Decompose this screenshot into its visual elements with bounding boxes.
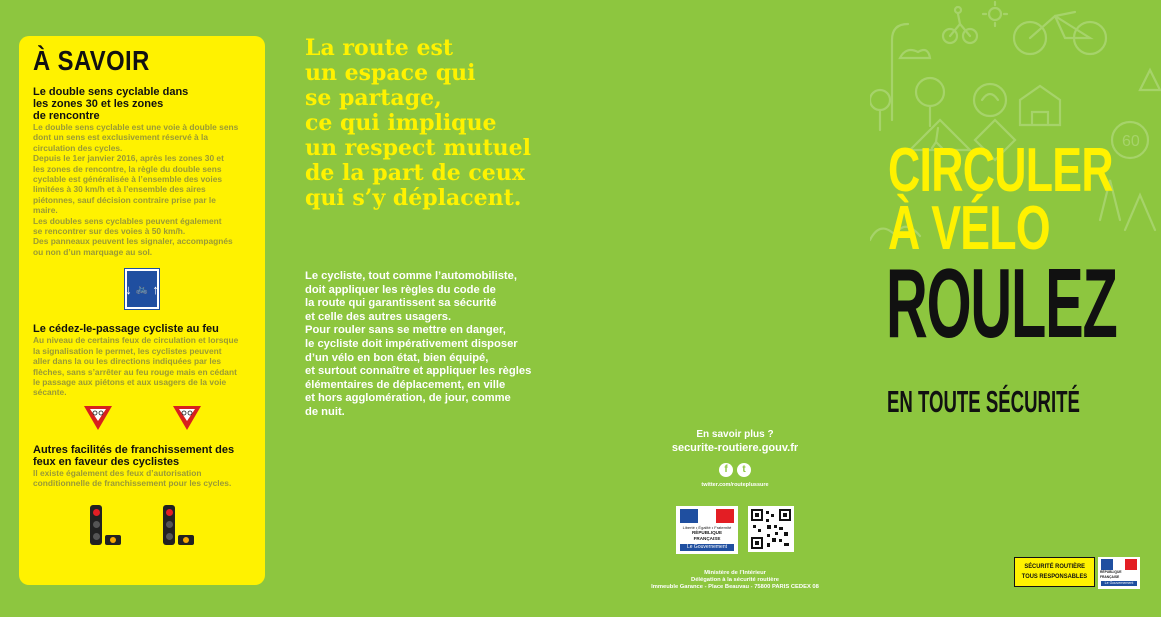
- brochure-page: À SAVOIR Le double sens cyclable dans le…: [0, 0, 1161, 617]
- contact-block: En savoir plus ? securite-routiere.gouv.…: [612, 428, 858, 591]
- cover-title-roulez: ROULEZ: [886, 248, 1118, 358]
- twitter-link[interactable]: twitter.com/routeplussure: [612, 482, 858, 488]
- yield-bike-straight-icon: [172, 405, 201, 430]
- yield-bike-right-icon: [83, 405, 112, 430]
- yield-signs: [53, 405, 231, 430]
- section-cedez-passage: Le cédez-le-passage cycliste au feu Au n…: [33, 323, 251, 397]
- intro-paragraph: Le cycliste, tout comme l’automobiliste,…: [305, 270, 532, 418]
- slogan: La route est un espace qui se partage, c…: [305, 35, 532, 211]
- two-way-bike-sign: ↓ 🚲 ↑: [33, 269, 251, 310]
- website-link[interactable]: securite-routiere.gouv.fr: [612, 441, 858, 455]
- securite-routiere-badge: SÉCURITÉ ROUTIÈRE TOUS RESPONSABLES: [1014, 557, 1095, 587]
- twitter-icon[interactable]: t: [737, 463, 751, 477]
- republique-francaise-small-logo: RÉPUBLIQUE FRANÇAISE Le Gouvernement: [1098, 557, 1140, 589]
- facebook-icon[interactable]: f: [719, 463, 733, 477]
- svg-text:60: 60: [1122, 133, 1140, 150]
- qr-code-icon[interactable]: [748, 506, 794, 552]
- section-body: Il existe également des feux d’autorisat…: [33, 467, 232, 489]
- logos-row: Liberté • Égalité • Fraternité RÉPUBLIQU…: [612, 506, 858, 554]
- section-body: Au niveau de certains feux de circulatio…: [33, 335, 239, 398]
- section-title: Le double sens cyclable dans les zones 3…: [33, 86, 189, 122]
- section-title: Autres facilités de franchissement des f…: [33, 443, 235, 468]
- traffic-light-icon: [163, 504, 194, 545]
- section-body: Le double sens cyclable est une voie à d…: [33, 122, 239, 257]
- social-icons: f t: [612, 463, 858, 477]
- two-way-arrow-icon: ↓ 🚲 ↑: [125, 269, 159, 310]
- section-title: Le cédez-le-passage cycliste au feu: [33, 323, 219, 336]
- republique-francaise-logo: Liberté • Égalité • Fraternité RÉPUBLIQU…: [676, 506, 738, 554]
- more-info-label: En savoir plus ?: [696, 429, 774, 440]
- section-double-sens: Le double sens cyclable dans les zones 3…: [33, 86, 251, 257]
- section-autres-facilites: Autres facilités de franchissement des f…: [33, 444, 251, 489]
- a-savoir-panel: À SAVOIR Le double sens cyclable dans le…: [19, 36, 265, 585]
- a-savoir-heading: À SAVOIR: [33, 45, 150, 76]
- address: Ministère de l’Intérieur Délégation à la…: [651, 570, 819, 590]
- cover-title-yellow: CIRCULER À VÉLO: [888, 136, 1114, 263]
- cover-subtitle: EN TOUTE SÉCURITÉ: [887, 384, 1080, 419]
- traffic-lights: [69, 504, 215, 545]
- traffic-light-icon: [90, 504, 121, 545]
